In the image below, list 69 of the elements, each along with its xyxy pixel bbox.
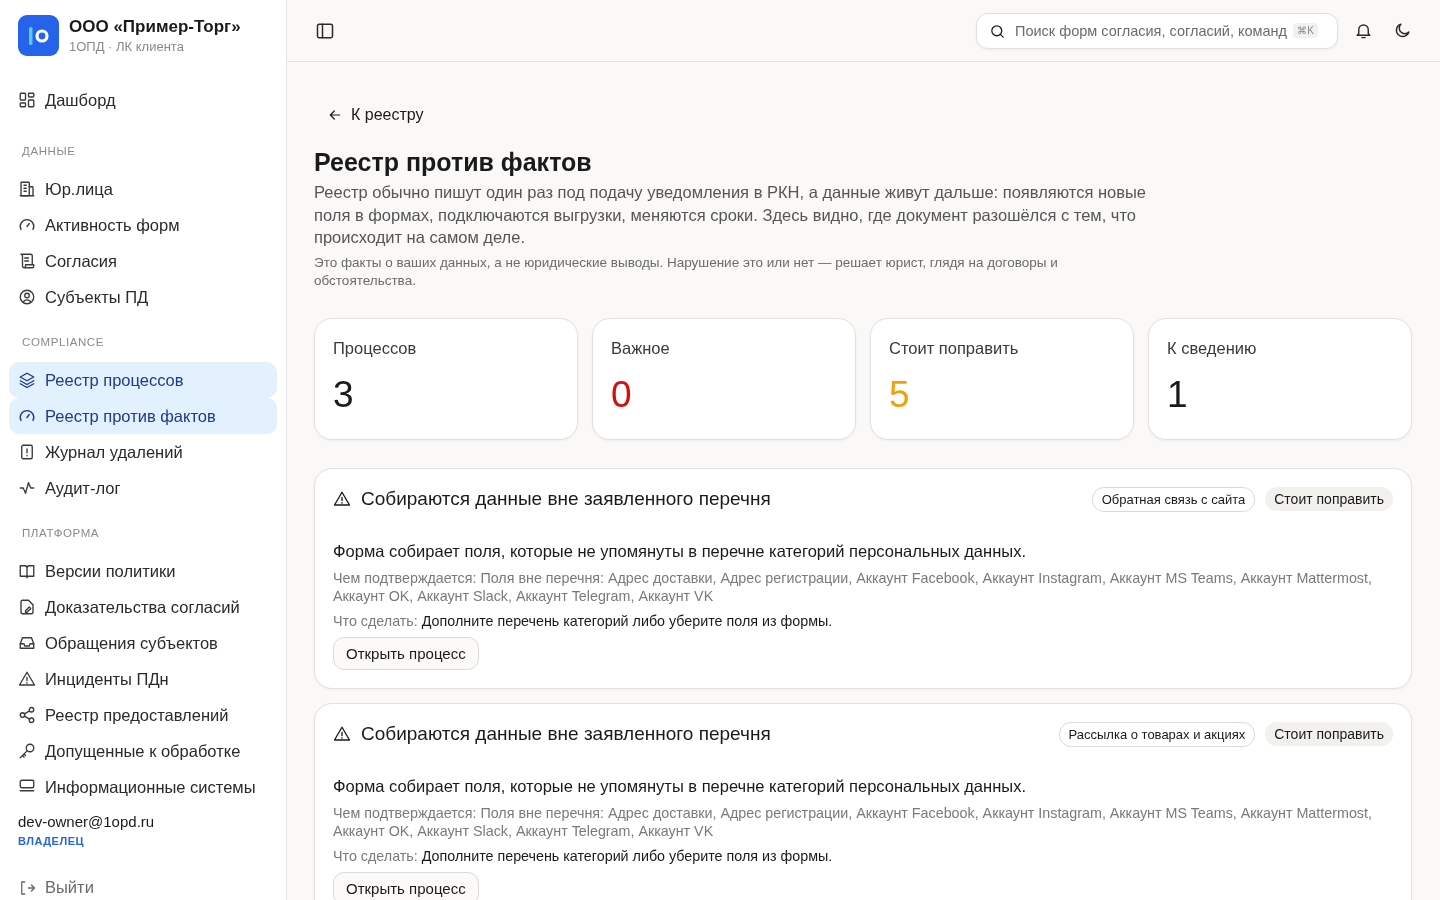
stat-label: К сведению	[1167, 338, 1257, 358]
sidebar-item[interactable]: Обращения субъектов	[9, 625, 277, 661]
intro-text: Реестр обычно пишут один раз под подачу уведомления в РКН, а данные живут дальше: появляются новые поля в формах, подключаются выгрузки, меняются сроки. Здесь видно, где документ разошёлся с тем, что происходит на самом деле.	[314, 182, 1147, 248]
sidebar-item[interactable]: Согласия	[9, 243, 277, 279]
book-icon	[18, 562, 36, 580]
stat-label: Стоит поправить	[889, 338, 1019, 358]
page-title: Реестр против фактов	[314, 148, 593, 177]
sidebar-item[interactable]: Реестр предоставлений	[9, 697, 277, 733]
open-process-button[interactable]: Открыть процесс	[333, 636, 479, 670]
sidebar-item[interactable]: Субъекты ПД	[9, 279, 277, 315]
finding-title: Собираются данные вне заявленного перечня	[361, 488, 772, 510]
logout-button[interactable]: Выйти	[9, 875, 277, 900]
action-text: Что сделать: Дополните перечень категорий либо уберите поля из формы.	[333, 847, 834, 864]
organization-name: ООО «Пример-Торг»	[69, 17, 241, 37]
logo-icon	[18, 15, 59, 56]
sidebar-item[interactable]: Доказательства согласий	[9, 589, 277, 625]
sidebar-item[interactable]: Реестр против фактов	[9, 398, 277, 434]
key-icon	[18, 742, 36, 760]
logout-icon	[18, 878, 36, 897]
sidebar-item[interactable]: Журнал удалений	[9, 434, 277, 470]
finding-title: Собираются данные вне заявленного перечня	[361, 723, 772, 745]
severity-tag: Стоит поправить	[1265, 722, 1393, 746]
activity-icon	[18, 479, 36, 497]
sidebar-item[interactable]: Инциденты ПДн	[9, 661, 277, 697]
warning-icon	[333, 490, 351, 508]
sidebar-item[interactable]: Юр.лица	[9, 171, 277, 207]
finding-summary: Форма собирает поля, которые не упомянуты в перечне категорий персональных данных.	[333, 541, 1027, 561]
building-icon	[18, 180, 36, 198]
stat-label: Важное	[611, 338, 670, 358]
sidebar-item[interactable]: Допущенные к обработке	[9, 733, 277, 769]
section-heading: ДАННЫЕ	[21, 144, 77, 159]
user-role: ВЛАДЕЛЕЦ	[18, 835, 84, 847]
stat-value: 3	[333, 375, 354, 413]
back-link[interactable]: К реестру	[314, 102, 437, 128]
source-tag: Рассылка о товарах и акциях	[1058, 721, 1256, 747]
section-heading: COMPLIANCE	[21, 335, 106, 350]
layers-icon	[18, 371, 36, 389]
source-tag: Обратная связь с сайта	[1091, 486, 1256, 512]
grid-icon	[18, 91, 36, 109]
file-alert-icon	[18, 443, 36, 461]
warning-icon	[333, 725, 351, 743]
stat-value: 0	[611, 375, 632, 413]
finding-summary: Форма собирает поля, которые не упомянуты в перечне категорий персональных данных.	[333, 776, 1027, 796]
stat-value: 1	[1167, 375, 1188, 413]
action-text: Что сделать: Дополните перечень категорий либо уберите поля из формы.	[333, 612, 834, 629]
note-text: Это факты о ваших данных, а не юридические выводы. Нарушение это или нет — решает юрист, глядя на договоры и обстоятельства.	[314, 253, 1059, 290]
user-email: dev-owner@1opd.ru	[18, 813, 156, 830]
share-icon	[18, 706, 36, 724]
sidebar-item[interactable]: Аудит-лог	[9, 470, 277, 506]
section-heading: ПЛАТФОРМА	[21, 526, 101, 541]
evidence-text: Чем подтверждается: Поля вне перечня: Адрес доставки, Адрес регистрации, Аккаунт Facebook, Аккаунт Instagram, Аккаунт MS Teams, Аккаунт Mattermost, Аккаунт OK, Аккаунт Slack, Аккаунт Telegram, Аккаунт VK	[333, 803, 1373, 840]
warning-icon	[18, 670, 36, 688]
user-circle-icon	[18, 288, 36, 306]
scroll-icon	[18, 252, 36, 270]
sidebar-item[interactable]: Активность форм	[9, 207, 277, 243]
inbox-icon	[18, 634, 36, 652]
organization-subtitle: 1ОПД · ЛК клиента	[69, 39, 185, 54]
stat-value: 5	[889, 375, 910, 413]
file-signature-icon	[18, 598, 36, 616]
sidebar-item[interactable]: Реестр процессов	[9, 362, 277, 398]
stat-label: Процессов	[333, 338, 417, 358]
search-icon	[989, 22, 1006, 40]
sidebar-item[interactable]: Информационные системы	[9, 769, 277, 805]
sidebar-item[interactable]: Дашборд	[9, 82, 277, 118]
evidence-text: Чем подтверждается: Поля вне перечня: Адрес доставки, Адрес регистрации, Аккаунт Facebook, Аккаунт Instagram, Аккаунт MS Teams, Аккаунт Mattermost, Аккаунт OK, Аккаунт Slack, Аккаунт Telegram, Аккаунт VK	[333, 568, 1373, 605]
sidebar-item[interactable]: Версии политики	[9, 553, 277, 589]
arrow-left-icon	[327, 107, 343, 123]
severity-tag: Стоит поправить	[1265, 487, 1393, 511]
open-process-button[interactable]: Открыть процесс	[333, 871, 479, 900]
